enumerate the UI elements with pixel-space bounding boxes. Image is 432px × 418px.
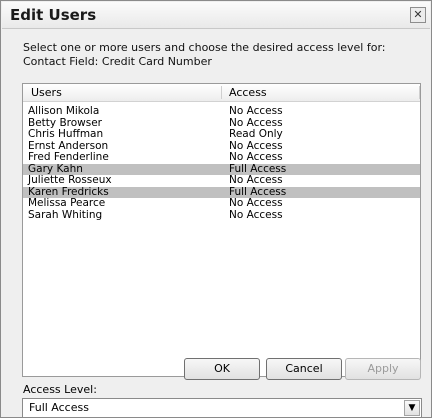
list-item[interactable]: Fred Fenderline No Access: [23, 151, 420, 164]
apply-button[interactable]: Apply: [345, 358, 421, 380]
close-button[interactable]: ✕: [410, 7, 426, 23]
user-access: No Access: [229, 208, 283, 221]
access-level-value: Full Access: [29, 401, 89, 414]
column-divider[interactable]: [221, 86, 222, 99]
column-header-users[interactable]: Users: [31, 86, 62, 99]
access-level-label: Access Level:: [23, 383, 97, 396]
column-header-access[interactable]: Access: [229, 86, 267, 99]
chevron-down-icon: ▼: [408, 403, 416, 413]
user-name: Fred Fenderline: [28, 151, 109, 163]
close-icon: ✕: [413, 8, 423, 21]
list-rows: Allison Mikola No Access Betty Browser No A…: [23, 105, 420, 222]
ok-button[interactable]: OK: [184, 358, 260, 380]
column-divider[interactable]: [419, 86, 420, 99]
list-item[interactable]: Juliette Rosseux No Access: [23, 174, 420, 187]
title-bar[interactable]: Edit Users ✕: [2, 2, 430, 29]
user-access: No Access: [229, 174, 283, 186]
user-name: Chris Huffman: [28, 128, 104, 140]
dropdown-button[interactable]: ▼: [404, 400, 420, 416]
dialog-title: Edit Users: [10, 6, 97, 24]
users-list[interactable]: Users Access Allison Mikola No Access Bett…: [22, 83, 421, 377]
user-name: Juliette Rosseux: [28, 174, 112, 186]
instructions-text: Select one or more users and choose the …: [23, 41, 386, 68]
user-access: No Access: [229, 105, 283, 117]
cancel-button[interactable]: Cancel: [266, 358, 342, 380]
user-name: Sarah Whiting: [28, 208, 103, 221]
access-level-select[interactable]: Full Access ▼: [22, 398, 422, 418]
user-access: No Access: [229, 197, 283, 209]
user-access: No Access: [229, 151, 283, 163]
list-item[interactable]: Melissa Pearce No Access: [23, 197, 420, 210]
user-name: Melissa Pearce: [28, 197, 106, 209]
list-item[interactable]: Sarah Whiting No Access: [23, 208, 420, 222]
edit-users-dialog: Edit Users ✕ Select one or more users an…: [0, 0, 432, 418]
list-header: Users Access: [23, 84, 420, 102]
user-name: Allison Mikola: [28, 105, 100, 117]
list-item[interactable]: Allison Mikola No Access: [23, 105, 420, 118]
list-item[interactable]: Chris Huffman Read Only: [23, 128, 420, 141]
user-access: Read Only: [229, 128, 283, 140]
